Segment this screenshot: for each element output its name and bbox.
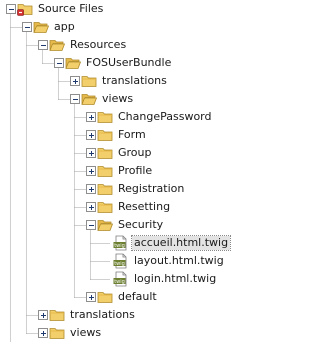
- expand-toggle[interactable]: [86, 112, 96, 122]
- tree-node[interactable]: Registration: [0, 180, 278, 198]
- file-name-label: login.html.twig: [134, 272, 217, 285]
- folder-name-label: views: [70, 326, 102, 339]
- folder-name-label: Form: [118, 128, 146, 141]
- folder-name-label: default: [118, 290, 157, 303]
- tree-node[interactable]: FOSUserBundle: [0, 54, 278, 72]
- expand-toggle[interactable]: [86, 166, 96, 176]
- expand-toggle[interactable]: [86, 130, 96, 140]
- expand-toggle[interactable]: [86, 292, 96, 302]
- tree-node[interactable]: twig layout.html.twig: [0, 252, 278, 270]
- tree-node[interactable]: twig login.html.twig: [0, 270, 278, 288]
- expand-toggle[interactable]: [86, 202, 96, 212]
- folder-name-label: Profile: [118, 164, 153, 177]
- folder-icon: [97, 289, 113, 305]
- tree-node[interactable]: Resetting: [0, 198, 278, 216]
- expand-toggle[interactable]: [86, 148, 96, 158]
- folder-name-label: Resources: [70, 38, 127, 51]
- tree-node[interactable]: translations: [0, 306, 278, 324]
- file-name-label: layout.html.twig: [134, 254, 224, 267]
- folder-name-label: translations: [70, 308, 135, 321]
- folder-icon: [97, 109, 113, 125]
- collapse-toggle[interactable]: [70, 94, 80, 104]
- tree-node[interactable]: app: [0, 18, 278, 36]
- folder-name-label: Resetting: [118, 200, 171, 213]
- svg-text:twig: twig: [114, 261, 125, 267]
- tree-node[interactable]: Group: [0, 144, 278, 162]
- folder-open-icon: [81, 91, 98, 107]
- tree-node[interactable]: Form: [0, 126, 278, 144]
- expand-toggle[interactable]: [38, 328, 48, 338]
- folder-name-label: translations: [102, 74, 167, 87]
- folder-open-icon: [33, 19, 50, 35]
- tree-node[interactable]: twig accueil.html.twig: [0, 234, 278, 252]
- folder-icon: [97, 199, 113, 215]
- twig-file-icon: twig: [113, 271, 129, 287]
- folder-icon: [49, 307, 65, 323]
- folder-icon: [97, 181, 113, 197]
- svg-text:twig: twig: [114, 279, 125, 285]
- folder-name-label: Registration: [118, 182, 185, 195]
- folder-open-icon: [65, 55, 82, 71]
- expand-toggle[interactable]: [86, 184, 96, 194]
- folder-icon: [97, 145, 113, 161]
- twig-file-icon: twig: [113, 235, 129, 251]
- tree-node[interactable]: ChangePassword: [0, 108, 278, 126]
- twig-file-icon: twig: [113, 253, 129, 269]
- tree-node[interactable]: Resources: [0, 36, 278, 54]
- tree-node[interactable]: views: [0, 90, 278, 108]
- collapse-toggle[interactable]: [38, 40, 48, 50]
- folder-icon: [81, 73, 97, 89]
- svg-text:twig: twig: [114, 243, 125, 249]
- folder-icon: [97, 163, 113, 179]
- tree-node[interactable]: Security: [0, 216, 278, 234]
- collapse-toggle[interactable]: [6, 4, 16, 14]
- folder-open-icon: [97, 217, 114, 233]
- tree-node[interactable]: Source Files: [0, 0, 278, 18]
- expand-toggle[interactable]: [38, 310, 48, 320]
- collapse-toggle[interactable]: [22, 22, 32, 32]
- folder-open-icon: [49, 37, 66, 53]
- expand-toggle[interactable]: [70, 76, 80, 86]
- folder-icon: [97, 127, 113, 143]
- file-name-label: accueil.html.twig: [130, 235, 232, 251]
- folder-icon: [49, 325, 65, 341]
- folder-name-label: app: [54, 20, 75, 33]
- project-tree: Source Files app Resources FOSUserBundle tra…: [0, 0, 278, 342]
- tree-node[interactable]: views: [0, 324, 278, 342]
- folder-name-label: ChangePassword: [118, 110, 212, 123]
- tree-node[interactable]: translations: [0, 72, 278, 90]
- folder-name-label: views: [102, 92, 134, 105]
- folder-name-label: FOSUserBundle: [86, 56, 172, 69]
- project-source-folder-icon: [17, 1, 33, 17]
- tree-node[interactable]: Profile: [0, 162, 278, 180]
- tree-node[interactable]: default: [0, 288, 278, 306]
- folder-name-label: Source Files: [38, 2, 104, 15]
- folder-name-label: Security: [118, 218, 164, 231]
- collapse-toggle[interactable]: [86, 220, 96, 230]
- folder-name-label: Group: [118, 146, 152, 159]
- collapse-toggle[interactable]: [54, 58, 64, 68]
